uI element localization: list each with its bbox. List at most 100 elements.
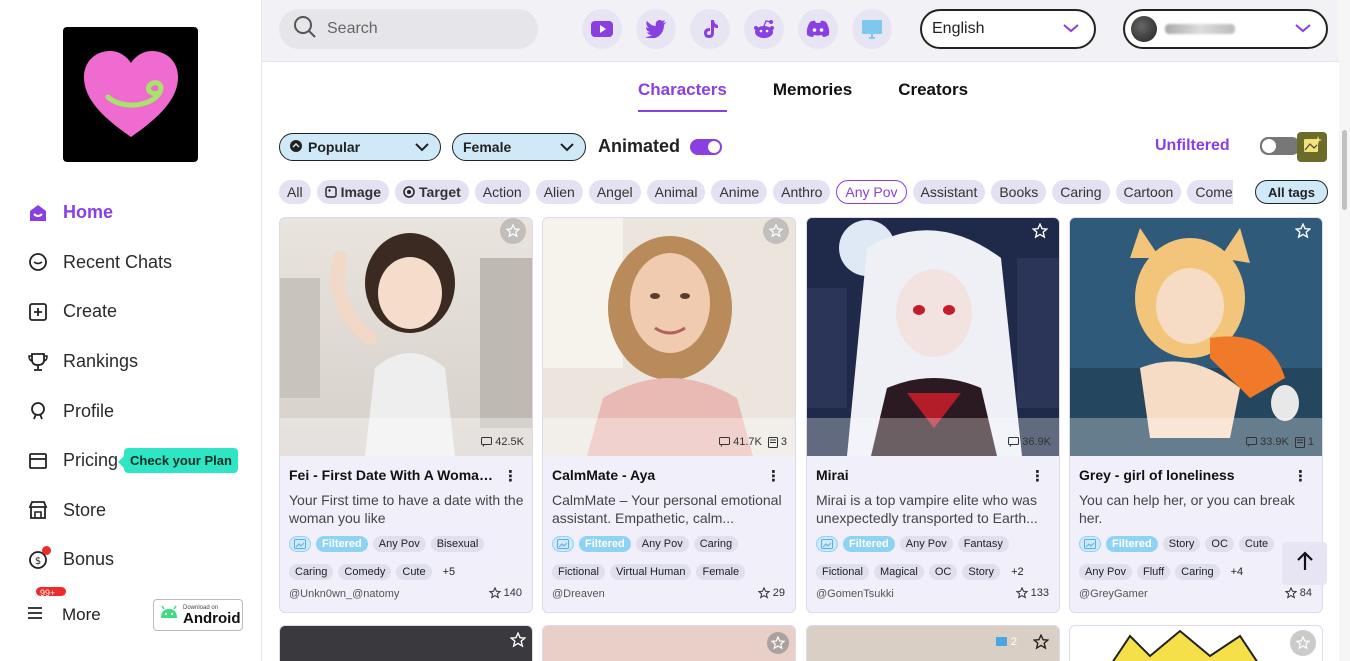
image-tag-icon [1079,536,1101,552]
search-input[interactable] [327,20,527,38]
tag-chip[interactable]: Animal [646,180,706,204]
character-card-partial[interactable] [542,625,796,661]
character-card-partial[interactable] [279,625,533,661]
character-image: 36.9K [807,218,1059,456]
reddit-icon[interactable] [744,9,784,49]
character-card-partial[interactable] [1069,625,1323,661]
tiktok-icon[interactable] [690,9,730,49]
card-tag: Fantasy [957,536,1009,552]
nav-create[interactable]: Create [26,287,238,337]
nav-pricing[interactable]: Pricing Check your Plan [26,436,238,486]
creator-handle[interactable]: @GomenTsukki [816,588,894,600]
tab-memories[interactable]: Memories [773,80,852,112]
favorite-star-button[interactable] [500,218,526,244]
search-box[interactable] [279,9,538,49]
tag-chip[interactable]: Books [991,180,1047,204]
tag-chip[interactable]: Cartoon [1115,180,1182,204]
more-button[interactable]: More [26,600,101,630]
memory-count: 3 [780,436,787,448]
more-options-icon[interactable]: ⋮ [1030,467,1045,485]
tag-chip[interactable]: Comedy [1187,180,1233,204]
tag-chip-target[interactable]: Target [395,180,469,204]
app-logo[interactable] [63,27,198,162]
image-icon [324,186,337,198]
animated-toggle[interactable] [690,138,723,155]
favorite-star-button[interactable] [1290,630,1316,656]
user-icon [26,399,50,423]
tag-chip[interactable]: All [279,180,311,204]
nav-home[interactable]: Home [26,188,238,238]
more-options-icon[interactable]: ⋮ [503,467,518,485]
nav-rankings[interactable]: Rankings [26,337,238,387]
android-icon [158,604,180,627]
android-download-button[interactable]: Download on Android [153,599,243,631]
store-icon [26,498,50,522]
memory-icon [1294,436,1305,448]
star-icon [1015,587,1028,599]
youtube-icon[interactable] [582,9,622,49]
user-menu[interactable] [1123,9,1328,49]
image-generator-button[interactable] [1297,132,1327,162]
chat-count: 42.5K [495,436,524,448]
character-card[interactable]: 42.5K Fei - First Date With A Woman Yo..… [279,217,533,613]
character-card[interactable]: 36.9K Mirai ⋮ Mirai is a top vampire eli… [806,217,1060,613]
creator-handle[interactable]: @Unkn0wn_@natomy [289,588,399,600]
favorite-star-button[interactable] [763,218,789,244]
sort-value: Popular [308,139,361,155]
favorite-star-button[interactable] [1032,633,1050,655]
card-tag: Female [696,564,746,580]
favorite-star-button[interactable] [509,631,527,653]
plus-square-icon [26,300,50,324]
more-options-icon[interactable]: ⋮ [1293,467,1308,485]
favorite-star-button[interactable] [1027,218,1053,244]
tag-chip[interactable]: Alien [535,180,583,204]
unfiltered-toggle[interactable] [1259,137,1300,155]
language-select[interactable]: English [920,9,1096,49]
nav-bonus[interactable]: $ Bonus [26,535,238,585]
creator-handle[interactable]: @Dreaven [552,588,605,600]
scroll-to-top-button[interactable] [1282,542,1327,585]
tag-chip[interactable]: Action [474,180,530,204]
gender-value: Female [463,139,512,155]
likes-value: 29 [772,587,785,599]
more-tags-count: +2 [1011,566,1024,578]
sort-dropdown[interactable]: Popular [279,133,441,161]
twitter-icon[interactable] [636,9,676,49]
character-card-partial[interactable]: 2 [806,625,1060,661]
card-tag: Comedy [338,564,392,580]
tag-chip[interactable]: Anime [711,180,768,204]
favorite-star-button[interactable] [767,632,789,654]
favorite-star-button[interactable] [1290,218,1316,244]
home-icon [26,201,50,225]
tag-chip[interactable]: Anthro [773,180,831,204]
tag-chip-image[interactable]: Image [316,180,390,204]
tag-chip[interactable]: Angel [588,180,641,204]
nav-recent-chats[interactable]: Recent Chats [26,238,238,288]
all-tags-button[interactable]: All tags [1255,180,1328,204]
animated-label: Animated [598,136,681,156]
tab-characters[interactable]: Characters [638,80,727,112]
more-label: More [62,605,101,624]
content-tabs: Characters Memories Creators [638,80,1014,112]
chat-count: 36.9K [1022,436,1051,448]
page-scrollbar[interactable] [1339,0,1350,661]
hamburger-icon [26,606,44,625]
more-options-icon[interactable]: ⋮ [766,467,781,485]
character-card[interactable]: 41.7K 3 CalmMate - Aya ⋮ CalmMate – Your… [542,217,796,613]
desktop-icon[interactable] [852,9,892,49]
star-icon [1284,587,1297,599]
star-icon [488,587,501,599]
gender-dropdown[interactable]: Female [452,133,586,161]
card-stats: 41.7K 3 [719,436,787,448]
tag-chip[interactable]: Caring [1052,180,1110,204]
more-count-badge: 99+ [36,587,66,596]
check-plan-badge[interactable]: Check your Plan [118,448,238,474]
tab-creators[interactable]: Creators [898,80,968,112]
creator-handle[interactable]: @GreyGamer [1079,588,1148,600]
discord-icon[interactable] [798,9,838,49]
card-stats: 36.9K [1008,436,1051,448]
nav-profile[interactable]: Profile [26,386,238,436]
nav-store[interactable]: Store [26,486,238,536]
tag-chip-selected[interactable]: Any Pov [836,180,907,204]
tag-chip[interactable]: Assistant [912,180,986,204]
